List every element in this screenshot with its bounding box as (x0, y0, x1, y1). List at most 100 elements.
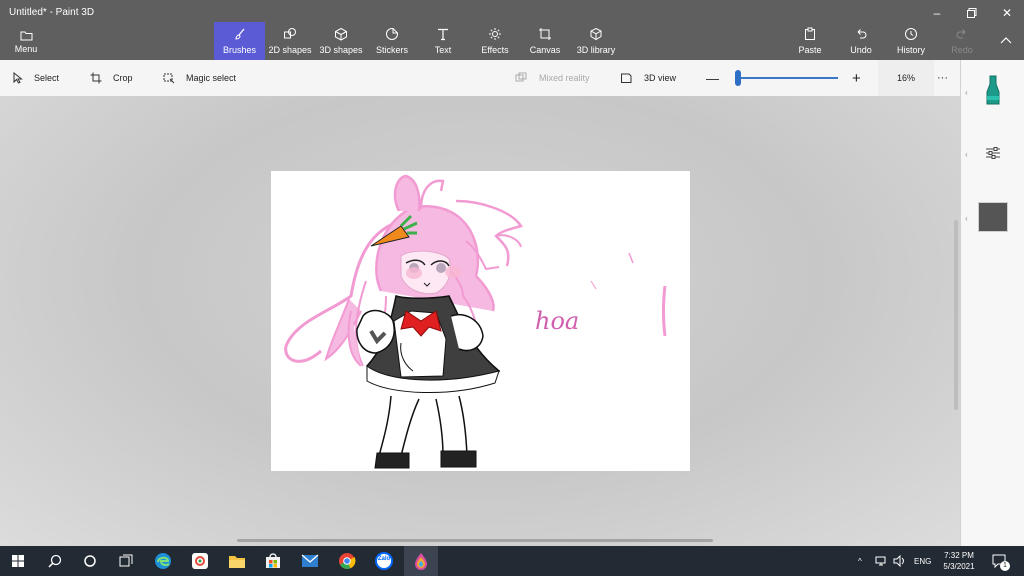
maximize-button[interactable] (957, 3, 987, 23)
library-icon (590, 27, 602, 41)
collapse-ribbon-button[interactable] (994, 22, 1018, 60)
mixed-reality-button[interactable]: Mixed reality (515, 60, 590, 96)
zalo-label: Zalo (377, 556, 391, 562)
action-label: Redo (951, 45, 973, 55)
sticker-icon (386, 28, 398, 40)
chrome-icon[interactable] (336, 550, 358, 572)
action-label: Paste (798, 45, 822, 55)
3d-view-label: 3D view (644, 73, 677, 83)
language-indicator[interactable]: ENG (914, 546, 931, 576)
windows-start-icon[interactable] (7, 550, 29, 572)
search-icon[interactable] (44, 550, 66, 572)
tab-label: Effects (481, 45, 509, 55)
edge-icon[interactable] (152, 550, 174, 572)
maximize-icon (967, 8, 977, 18)
more-options-button[interactable]: ··· (937, 60, 948, 96)
paint3d-icon[interactable] (404, 546, 438, 576)
select-button[interactable]: Select (12, 60, 59, 96)
tab-effects[interactable]: Effects (478, 22, 512, 60)
action-label: History (896, 45, 925, 55)
horizontal-scrollbar[interactable] (237, 539, 713, 542)
tab-3d-library[interactable]: 3D library (575, 22, 617, 60)
tab-label: Canvas (529, 45, 561, 55)
action-label: Undo (850, 45, 872, 55)
clock-date: 5/3/2021 (943, 562, 975, 571)
shapes-2d-icon (284, 28, 296, 39)
paste-icon (805, 27, 815, 40)
more-icon: ··· (937, 72, 948, 84)
cube-icon (335, 27, 347, 41)
mail-icon[interactable] (299, 550, 321, 572)
crop-icon (90, 72, 102, 84)
zoom-slider-track[interactable] (737, 77, 838, 79)
paste-button[interactable]: Paste (795, 22, 825, 60)
notification-center-button[interactable]: 1 (992, 546, 1010, 576)
chevron-up-icon (1000, 37, 1012, 44)
menu-button[interactable]: Menu (6, 26, 46, 58)
vertical-scrollbar[interactable] (954, 220, 958, 410)
drawing-canvas[interactable]: hoa (271, 171, 690, 471)
canvas-icon (539, 28, 551, 40)
history-button[interactable]: History (894, 22, 928, 60)
marker-tool-button[interactable] (983, 74, 1003, 108)
tab-canvas[interactable]: Canvas (527, 22, 563, 60)
crop-label: Crop (113, 73, 133, 83)
tab-label: 3D shapes (319, 45, 363, 55)
zoom-in-button[interactable]: + (852, 60, 861, 96)
3d-view-button[interactable]: 3D view (620, 60, 676, 96)
tab-stickers[interactable]: Stickers (373, 22, 411, 60)
brush-icon (234, 28, 244, 40)
clock[interactable]: 7:32 PM 5/3/2021 (932, 550, 986, 572)
minimize-icon: – (933, 6, 941, 20)
chevron-left-icon[interactable]: ‹ (965, 88, 968, 97)
redo-button[interactable]: Redo (948, 22, 976, 60)
pink-marks (590, 252, 667, 337)
tab-label: Text (434, 45, 452, 55)
chevron-left-icon[interactable]: ‹ (965, 150, 968, 159)
marker-icon (986, 75, 1000, 105)
zalo-icon[interactable]: Zalo (373, 550, 395, 572)
network-icon[interactable] (875, 546, 889, 576)
tab-3d-shapes[interactable]: 3D shapes (319, 22, 363, 60)
3d-view-icon (621, 73, 632, 83)
magic-select-label: Magic select (186, 73, 237, 83)
tab-text[interactable]: Text (428, 22, 458, 60)
sun-icon (489, 28, 501, 40)
zoom-slider-thumb[interactable] (735, 70, 741, 86)
text-icon (438, 28, 448, 41)
zoom-out-button[interactable]: — (706, 60, 719, 96)
cursor-icon (13, 72, 23, 84)
mixed-reality-label: Mixed reality (539, 73, 590, 83)
clock-time: 7:32 PM (944, 551, 974, 560)
volume-icon[interactable] (893, 546, 907, 576)
color-swatch[interactable] (978, 202, 1008, 232)
tab-label: 2D shapes (268, 45, 312, 55)
magic-select-button[interactable]: Magic select (163, 60, 236, 96)
redo-icon (956, 29, 966, 39)
history-icon (905, 28, 917, 40)
notification-count-badge: 1 (1000, 561, 1010, 571)
tab-label: Brushes (222, 45, 257, 55)
adjust-button[interactable] (985, 146, 1001, 162)
plus-icon: + (852, 69, 861, 87)
tab-2d-shapes[interactable]: 2D shapes (268, 22, 312, 60)
close-button[interactable]: ✕ (992, 3, 1022, 23)
store-icon[interactable] (262, 550, 284, 572)
tab-brushes[interactable]: Brushes (214, 22, 265, 60)
file-explorer-icon[interactable] (226, 550, 248, 572)
side-panel: ‹ ‹ ‹ (960, 60, 1024, 546)
adjust-icon (986, 147, 1000, 159)
photos-icon[interactable] (189, 550, 211, 572)
close-icon: ✕ (1001, 6, 1013, 20)
menu-label: Menu (14, 44, 38, 54)
chevron-left-icon[interactable]: ‹ (965, 214, 968, 223)
minimize-button[interactable]: – (922, 3, 952, 23)
cortana-icon[interactable] (79, 550, 101, 572)
task-view-icon[interactable] (115, 550, 137, 572)
zoom-percent[interactable]: 16% (878, 60, 934, 96)
tab-label: 3D library (576, 45, 616, 55)
crop-button[interactable]: Crop (90, 60, 133, 96)
handwriting-text: hoa (535, 307, 579, 335)
show-hidden-icons[interactable]: ^ (858, 546, 862, 576)
undo-button[interactable]: Undo (846, 22, 876, 60)
